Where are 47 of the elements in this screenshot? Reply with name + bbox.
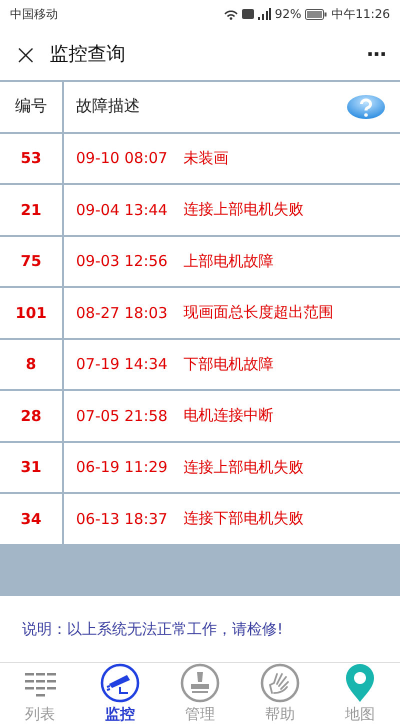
- wifi-icon: [222, 8, 239, 20]
- fault-time: 07-05 21:58: [76, 406, 168, 425]
- fault-time: 09-04 13:44: [76, 200, 168, 219]
- signal-icon: [256, 8, 271, 20]
- tab-item[interactable]: 帮助: [240, 664, 320, 728]
- fault-time: 06-19 11:29: [76, 458, 168, 476]
- tab-item[interactable]: 列表: [0, 664, 80, 728]
- fault-id: 53: [0, 134, 62, 183]
- fault-time: 07-19 14:34: [76, 355, 168, 374]
- fault-description: 电机连接中断: [184, 406, 274, 426]
- column-header: 编号: [0, 82, 62, 132]
- carrier-name: 中国移动: [10, 6, 58, 22]
- fault-time: 08-27 18:03: [76, 304, 168, 322]
- fault-id: 28: [0, 391, 62, 440]
- fault-time: 09-03 12:56: [76, 252, 168, 270]
- fault-id: 31: [0, 442, 62, 492]
- help-icon[interactable]: [346, 94, 386, 120]
- fault-description: 下部电机故障: [184, 354, 274, 374]
- fault-time: 06-13 18:37: [76, 510, 168, 528]
- fault-id: 21: [0, 185, 62, 234]
- tab-item[interactable]: 地图: [320, 664, 400, 728]
- fault-id: 101: [0, 288, 62, 338]
- stamp-icon: [180, 663, 220, 703]
- fault-description: 连接上部电机失败: [184, 458, 304, 477]
- fault-id: 75: [0, 236, 62, 286]
- fault-description: 连接上部电机失败: [184, 200, 304, 220]
- fault-id: 8: [0, 340, 62, 389]
- close-button[interactable]: ×: [12, 38, 40, 70]
- tab-item[interactable]: 监控: [80, 664, 160, 728]
- battery-percent: 92%: [274, 7, 302, 21]
- battery-icon: [305, 8, 328, 20]
- column-header: 故障描述: [76, 96, 140, 118]
- hand-icon: [260, 663, 300, 703]
- page-title: 监控查询: [49, 42, 126, 67]
- hd-icon: [242, 9, 254, 19]
- tab-item[interactable]: 管理: [160, 664, 240, 728]
- more-button[interactable]: ···: [364, 42, 388, 66]
- fault-description: 连接下部电机失败: [184, 509, 304, 528]
- fault-description: 未装画: [184, 148, 229, 168]
- fault-description: 现画面总长度超出范围: [184, 303, 334, 322]
- map-pin-icon: [344, 663, 376, 703]
- note-text: 说明：以上系统无法正常工作，请检修!: [22, 620, 284, 638]
- camera-icon: [100, 663, 140, 703]
- fault-description: 上部电机故障: [184, 252, 274, 271]
- fault-time: 09-10 08:07: [76, 149, 168, 168]
- fault-id: 34: [0, 494, 62, 544]
- clock-time: 中午11:26: [331, 6, 390, 22]
